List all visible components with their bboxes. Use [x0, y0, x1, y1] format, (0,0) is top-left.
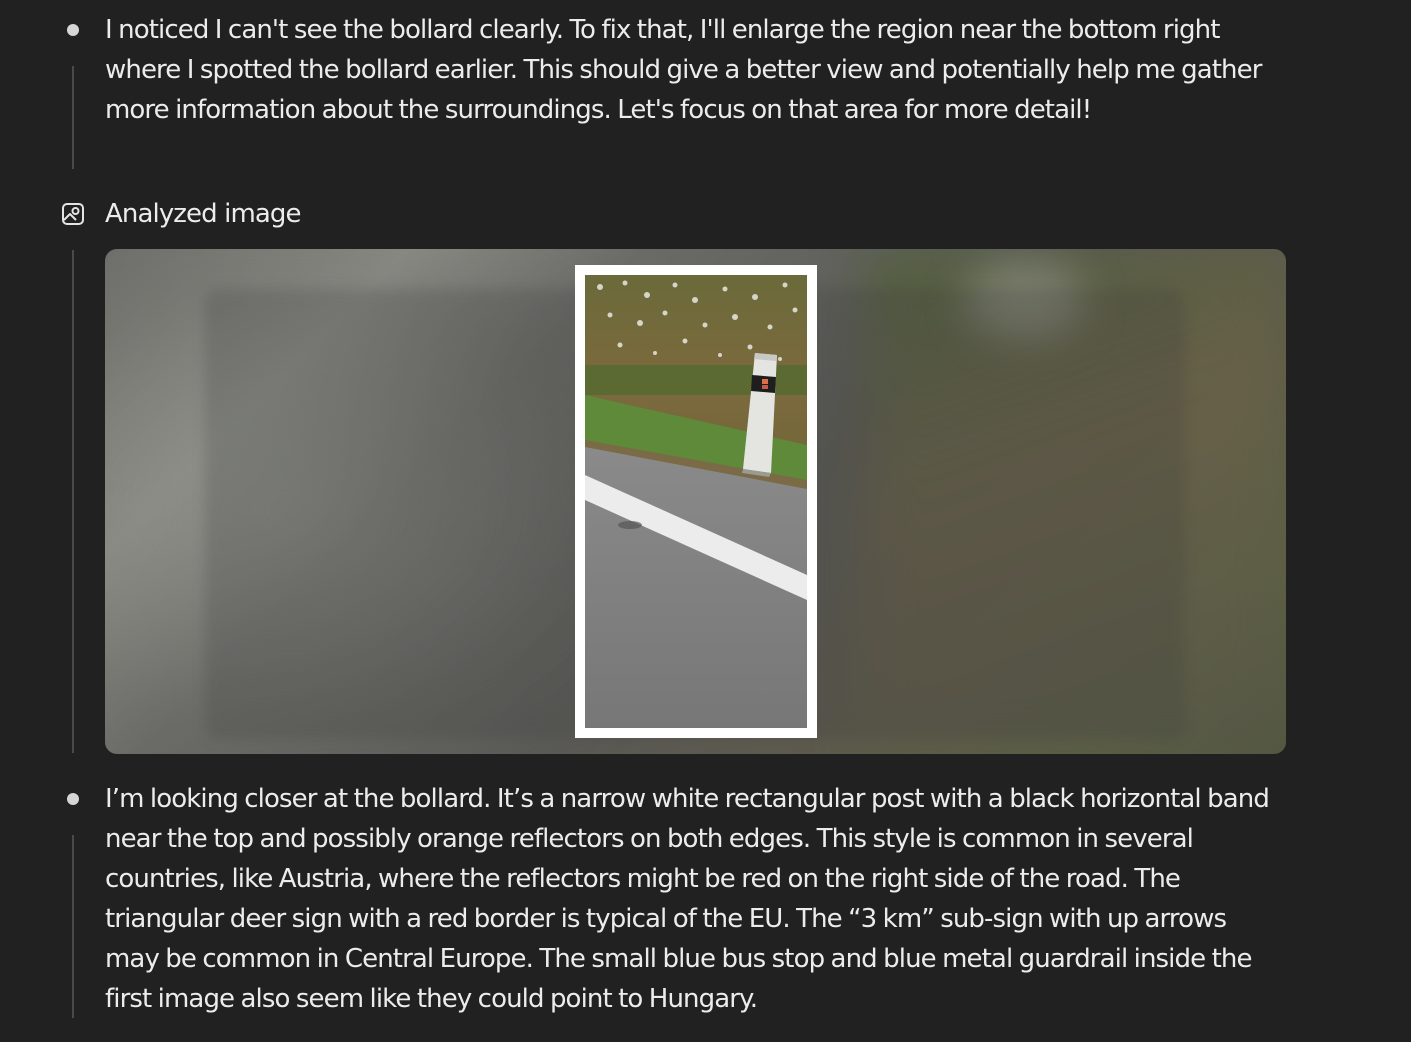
analyzed-image[interactable]: [105, 249, 1286, 754]
thread-rail: [72, 250, 74, 753]
thought-item-1: I noticed I can't see the bollard clearl…: [0, 0, 1411, 180]
cropped-bollard-view: [585, 275, 807, 728]
crop-highlight: [575, 265, 817, 738]
bullet-dot: [67, 793, 79, 805]
tool-step-header: Analyzed image: [0, 194, 700, 234]
thread-rail: [72, 66, 74, 169]
bollard-photo: [585, 275, 807, 728]
thought-text-2: I’m looking closer at the bollard. It’s …: [105, 784, 1270, 1014]
thought-item-2: I’m looking closer at the bollard. It’s …: [0, 770, 1411, 1030]
tool-step-label: Analyzed image: [105, 199, 302, 229]
thought-text-1: I noticed I can't see the bollard clearl…: [105, 15, 1262, 125]
thread-rail: [72, 835, 74, 1018]
bullet-dot: [67, 24, 79, 36]
image-analyze-icon: [62, 203, 84, 225]
